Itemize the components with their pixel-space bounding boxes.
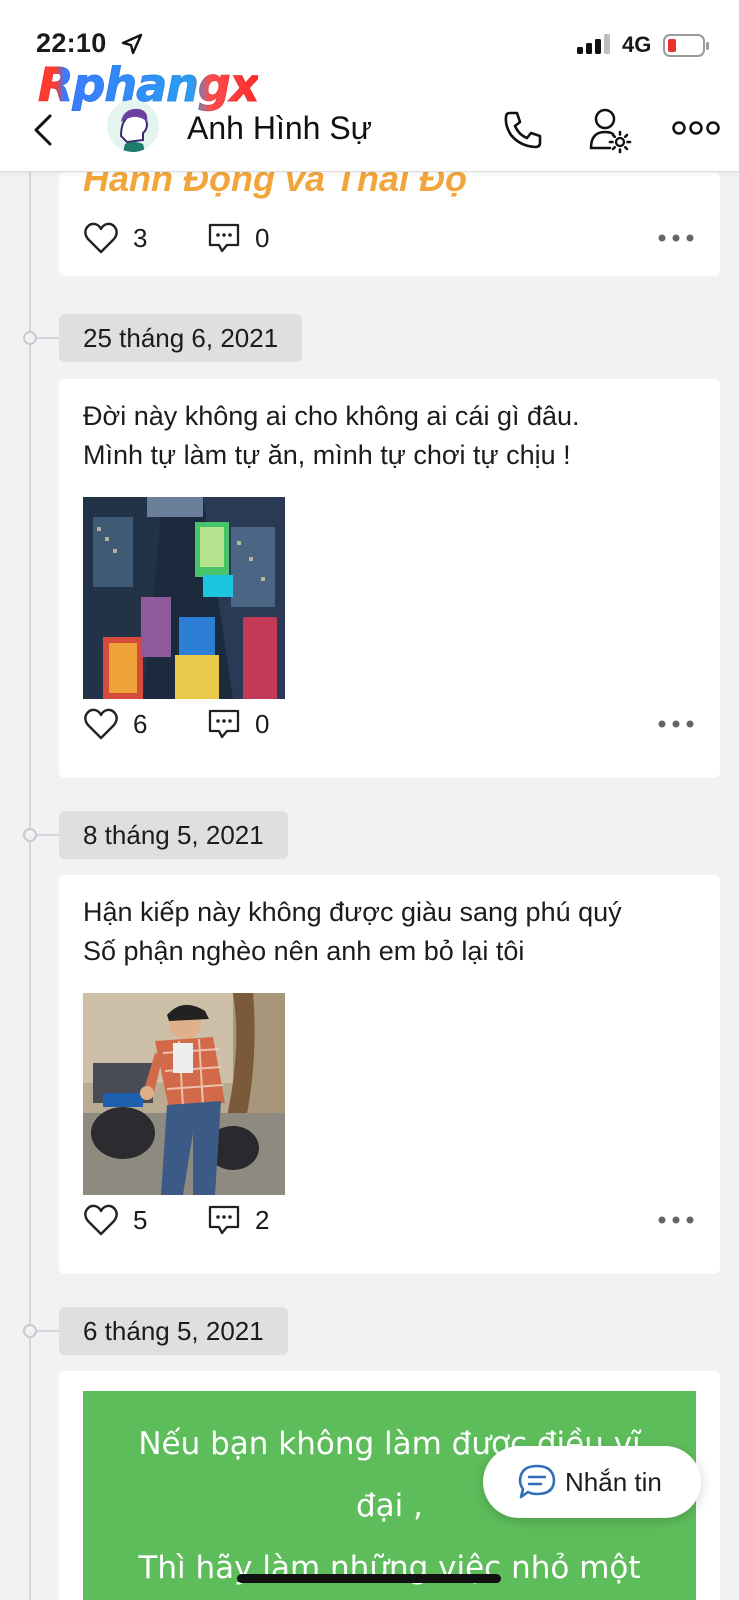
post-text: Hận kiếp này không được giàu sang phú qu… — [83, 897, 622, 966]
location-arrow-icon — [121, 33, 143, 55]
post-card[interactable]: Hận kiếp này không được giàu sang phú qu… — [59, 875, 720, 1274]
post-image[interactable] — [83, 993, 285, 1195]
comment-count: 0 — [255, 708, 270, 739]
heart-icon — [84, 222, 118, 254]
post-actions: 3 0 — [83, 218, 696, 258]
avatar-image — [107, 100, 159, 152]
post-title: Hành Động và Thái Độ — [83, 172, 468, 199]
comment-button[interactable]: 2 — [207, 1200, 269, 1240]
brand-logo: Rphangx — [37, 58, 259, 113]
heart-icon — [84, 1204, 118, 1236]
comment-count: 0 — [255, 222, 270, 253]
chat-bubble-icon — [518, 1464, 556, 1499]
more-options-icon[interactable] — [656, 228, 696, 248]
timeline-connector — [37, 1330, 59, 1332]
post-actions: 6 0 — [83, 704, 696, 744]
timeline-line — [29, 172, 31, 1600]
more-options-icon[interactable] — [656, 1210, 696, 1230]
date-label: 25 tháng 6, 2021 — [59, 314, 303, 362]
status-time: 22:10 — [36, 28, 107, 58]
timeline-dot — [23, 1324, 37, 1338]
post-card[interactable]: Đời này không ai cho không ai cái gì đâu… — [59, 379, 720, 778]
back-icon[interactable] — [28, 110, 64, 150]
like-count: 6 — [133, 708, 148, 739]
message-button-label: Nhắn tin — [565, 1466, 662, 1497]
like-button[interactable]: 5 — [83, 1200, 147, 1240]
post-actions: 5 2 — [83, 1200, 696, 1240]
like-count: 5 — [133, 1204, 148, 1235]
comment-count: 2 — [255, 1204, 270, 1235]
post-card[interactable]: Hành Động và Thái Độ 3 0 — [59, 172, 720, 276]
message-button[interactable]: Nhắn tin — [483, 1446, 701, 1518]
comment-button[interactable]: 0 — [207, 704, 269, 744]
contact-name[interactable]: Anh Hình Sự — [187, 110, 372, 147]
more-options-icon[interactable] — [672, 118, 720, 138]
comment-icon — [208, 1205, 240, 1235]
network-label: 4G — [622, 32, 652, 57]
heart-icon — [84, 708, 118, 740]
timeline-dot — [23, 331, 37, 345]
comment-icon — [208, 709, 240, 739]
man-on-motorbike-photo — [83, 993, 285, 1195]
comment-icon — [208, 223, 240, 253]
more-options-icon[interactable] — [656, 714, 696, 734]
user-settings-icon[interactable] — [588, 106, 632, 154]
avatar[interactable] — [107, 100, 159, 152]
signal-icon — [577, 34, 610, 54]
battery-icon — [663, 34, 709, 57]
comment-button[interactable]: 0 — [207, 218, 269, 258]
post-image[interactable] — [83, 497, 285, 699]
home-indicator[interactable] — [237, 1574, 501, 1583]
date-label: 8 tháng 5, 2021 — [59, 811, 288, 859]
phone-icon[interactable] — [500, 108, 544, 152]
timeline-connector — [37, 834, 59, 836]
like-button[interactable]: 3 — [83, 218, 147, 258]
timeline-dot — [23, 828, 37, 842]
header-bar: 22:10 4G Rphangx Anh Hình Sự — [0, 0, 739, 172]
like-count: 3 — [133, 222, 148, 253]
post-text: Đời này không ai cho không ai cái gì đâu… — [83, 401, 580, 470]
like-button[interactable]: 6 — [83, 704, 147, 744]
timeline-connector — [37, 337, 59, 339]
city-night-photo — [83, 497, 285, 699]
date-label: 6 tháng 5, 2021 — [59, 1307, 288, 1355]
